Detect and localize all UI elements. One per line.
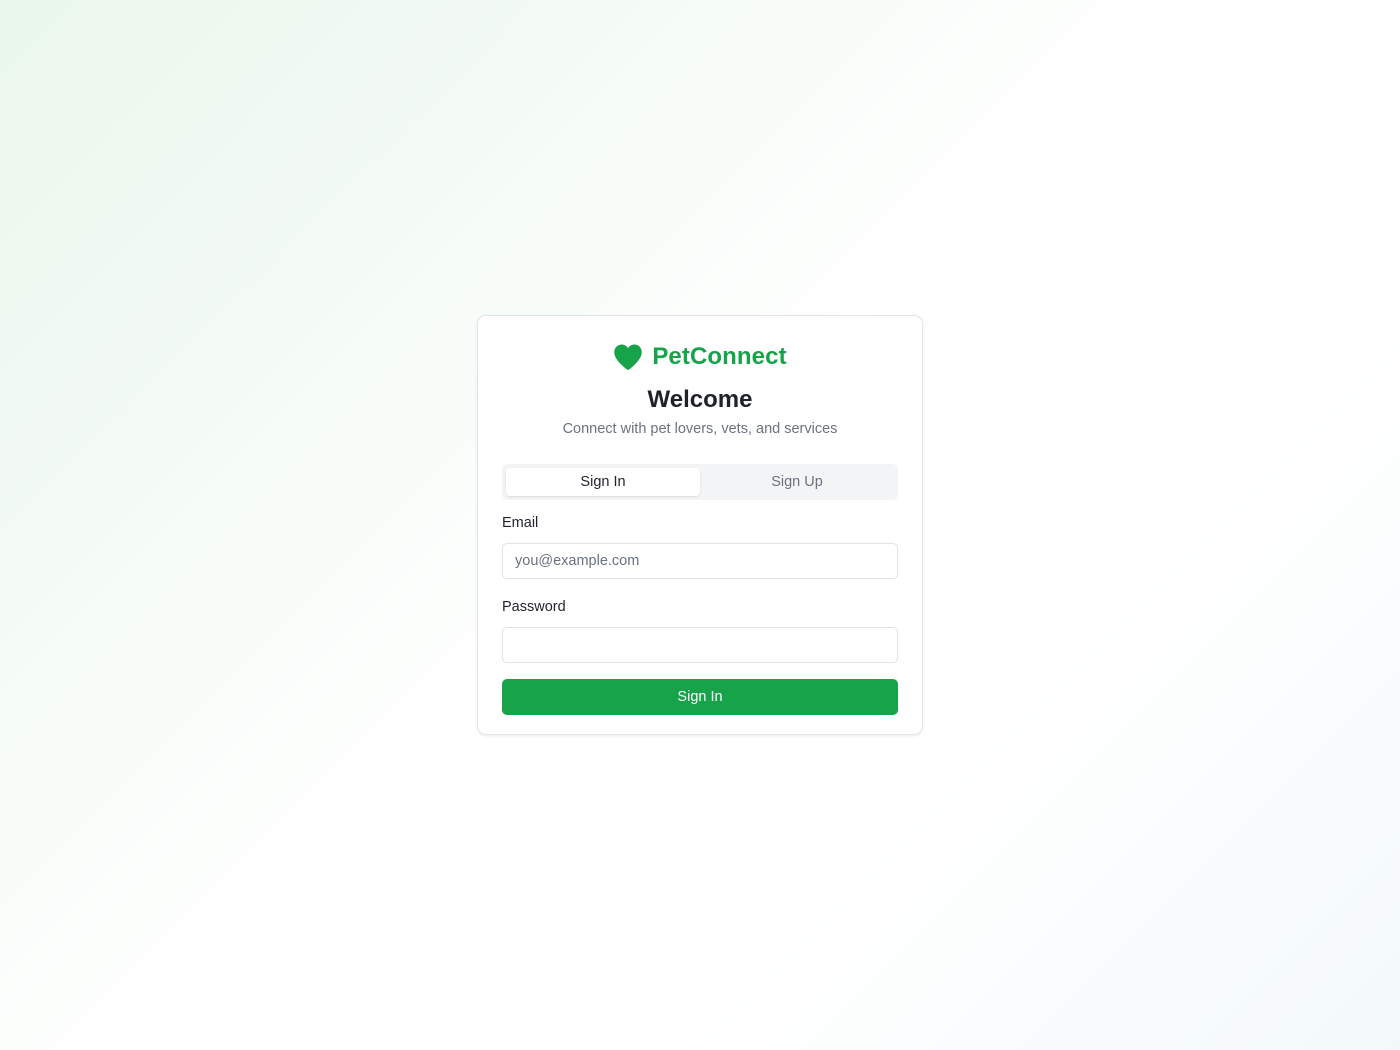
- page-subtitle: Connect with pet lovers, vets, and servi…: [562, 421, 838, 437]
- brand-name: PetConnect: [652, 343, 787, 370]
- auth-card: PetConnect Welcome Connect with pet love…: [477, 315, 923, 735]
- auth-tabs: Sign In Sign Up: [502, 464, 898, 500]
- email-label: Email: [502, 515, 539, 531]
- brand: PetConnect: [502, 342, 898, 372]
- password-label: Password: [502, 599, 566, 615]
- heart-icon-shape: [614, 344, 643, 371]
- tab-sign-up[interactable]: Sign Up: [700, 468, 894, 496]
- heart-icon: [613, 343, 643, 371]
- sign-in-button[interactable]: Sign In: [502, 679, 898, 715]
- tab-sign-in[interactable]: Sign In: [506, 468, 700, 496]
- page-title: Welcome: [647, 386, 753, 413]
- password-field[interactable]: [502, 627, 898, 663]
- email-field[interactable]: [502, 543, 898, 579]
